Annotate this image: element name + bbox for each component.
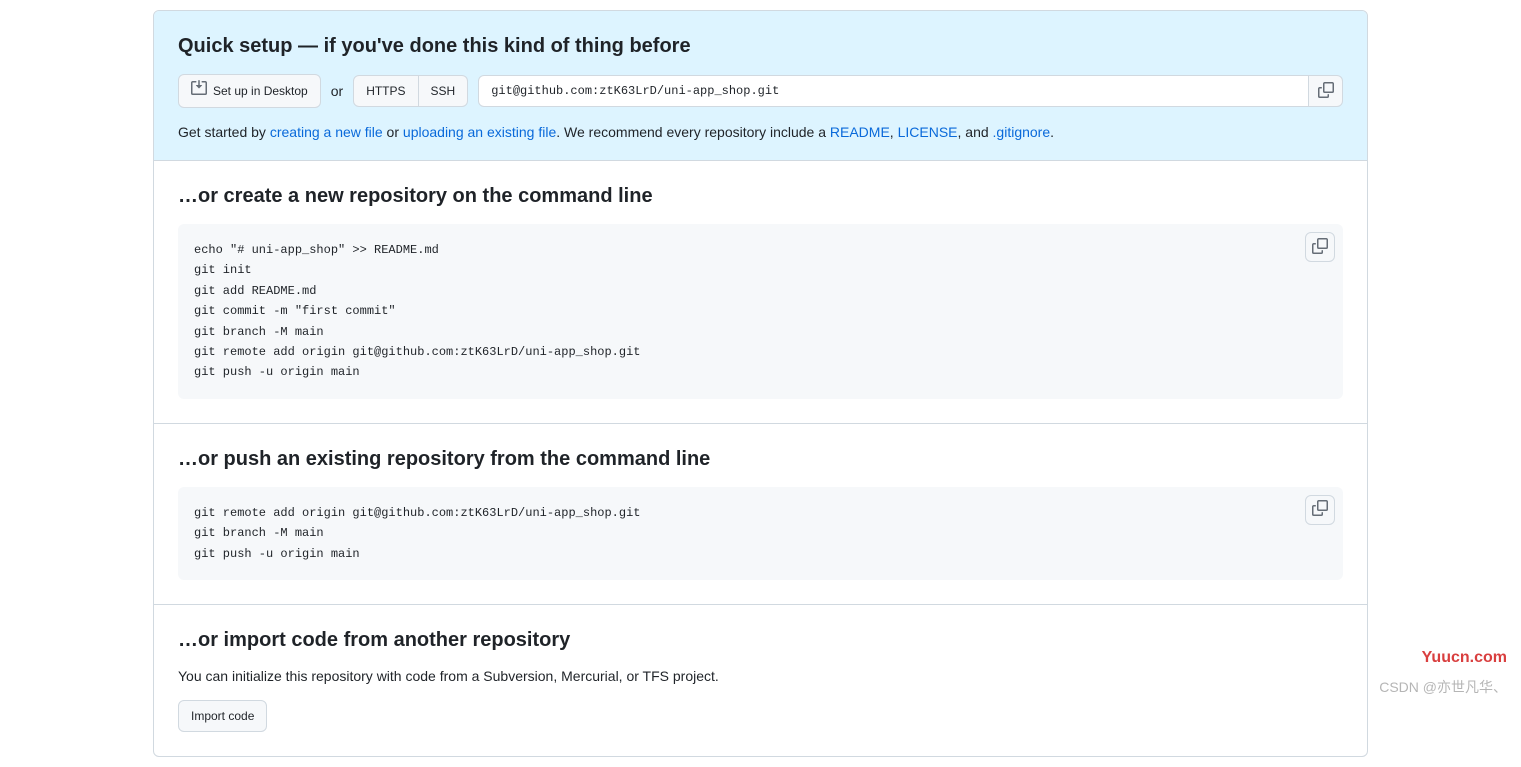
copy-create-commands-button[interactable] (1305, 232, 1335, 262)
clone-url-input[interactable] (478, 75, 1309, 107)
ssh-button[interactable]: SSH (419, 75, 469, 107)
desc-text-end: . (1050, 124, 1054, 140)
setup-desktop-label: Set up in Desktop (213, 81, 308, 101)
quick-setup-heading: Quick setup — if you've done this kind o… (178, 35, 1343, 58)
quick-setup-description: Get started by creating a new file or up… (178, 124, 1343, 140)
upload-file-link[interactable]: uploading an existing file (403, 124, 556, 140)
setup-toolbar: Set up in Desktop or HTTPS SSH (178, 74, 1343, 108)
create-file-link[interactable]: creating a new file (270, 124, 383, 140)
copy-icon (1318, 82, 1334, 101)
https-button[interactable]: HTTPS (353, 75, 418, 107)
create-repo-heading: …or create a new repository on the comma… (178, 185, 1343, 208)
license-link[interactable]: LICENSE (898, 124, 958, 140)
import-code-description: You can initialize this repository with … (178, 668, 1343, 684)
watermark-red: Yuucn.com (1422, 649, 1507, 667)
desc-text-and: , and (958, 124, 993, 140)
quick-setup-panel: Quick setup — if you've done this kind o… (154, 11, 1367, 161)
setup-desktop-button[interactable]: Set up in Desktop (178, 74, 321, 108)
or-text: or (331, 83, 343, 99)
import-code-heading: …or import code from another repository (178, 629, 1343, 652)
push-repo-heading: …or push an existing repository from the… (178, 448, 1343, 471)
create-repo-commands[interactable]: echo "# uni-app_shop" >> README.md git i… (194, 240, 1327, 383)
copy-icon (1312, 238, 1328, 257)
copy-push-commands-button[interactable] (1305, 495, 1335, 525)
create-repo-code-block: echo "# uni-app_shop" >> README.md git i… (178, 224, 1343, 399)
push-repo-code-block: git remote add origin git@github.com:ztK… (178, 487, 1343, 580)
copy-icon (1312, 500, 1328, 519)
import-code-section: …or import code from another repository … (154, 605, 1367, 756)
create-repo-section: …or create a new repository on the comma… (154, 161, 1367, 424)
desc-text-prefix: Get started by (178, 124, 270, 140)
watermark-gray: CSDN @亦世凡华、 (1379, 677, 1507, 697)
protocol-toggle: HTTPS SSH (353, 75, 468, 107)
readme-link[interactable]: README (830, 124, 890, 140)
push-repo-commands[interactable]: git remote add origin git@github.com:ztK… (194, 503, 1327, 564)
push-repo-section: …or push an existing repository from the… (154, 424, 1367, 605)
repo-setup-container: Quick setup — if you've done this kind o… (153, 10, 1368, 757)
desc-text-comma: , (890, 124, 898, 140)
desc-text-mid2: . We recommend every repository include … (556, 124, 830, 140)
gitignore-link[interactable]: .gitignore (993, 124, 1051, 140)
desktop-download-icon (191, 80, 207, 102)
desc-text-mid1: or (383, 124, 403, 140)
copy-url-button[interactable] (1309, 75, 1343, 107)
clone-url-group (478, 75, 1343, 107)
